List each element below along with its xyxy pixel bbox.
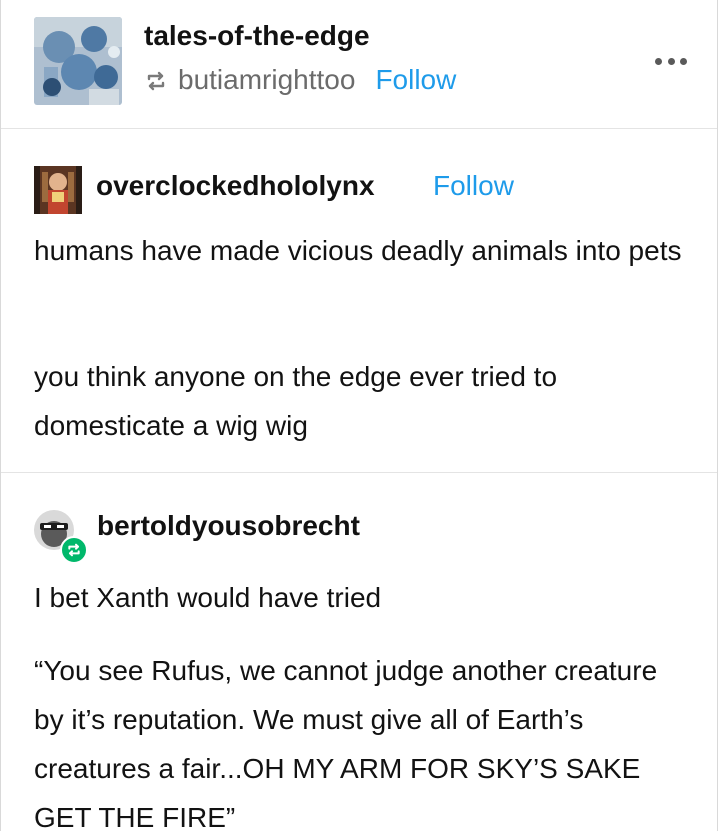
reblog-badge-icon xyxy=(60,536,88,564)
blog-avatar[interactable] xyxy=(34,17,122,105)
post-paragraph: “You see Rufus, we cannot judge another … xyxy=(34,655,658,831)
trail-item: overclockedhololynx Follow humans have m… xyxy=(1,129,717,473)
trail-item: bertoldyousobrecht I bet Xanth would hav… xyxy=(1,473,717,831)
post-paragraph: I bet Xanth would have tried xyxy=(34,582,382,613)
reblog-icon xyxy=(144,68,168,92)
ellipsis-icon[interactable] xyxy=(655,56,687,66)
user-avatar[interactable] xyxy=(34,510,92,568)
post-paragraph: humans have made vicious deadly animals … xyxy=(34,235,682,266)
follow-button[interactable]: Follow xyxy=(433,170,514,202)
blog-name[interactable]: tales-of-the-edge xyxy=(144,20,370,52)
username[interactable]: overclockedhololynx xyxy=(96,170,375,202)
post-paragraph: you think anyone on the edge ever tried … xyxy=(34,361,558,441)
follow-button[interactable]: Follow xyxy=(375,64,456,96)
username[interactable]: bertoldyousobrecht xyxy=(97,510,360,542)
user-avatar[interactable] xyxy=(34,166,82,214)
post-header: tales-of-the-edge butiamrighttoo Follow xyxy=(1,0,717,129)
post-card: tales-of-the-edge butiamrighttoo Follow xyxy=(0,0,718,831)
ellipsis-dot xyxy=(680,57,687,65)
ellipsis-dot xyxy=(667,57,675,65)
ellipsis-dot xyxy=(655,57,662,65)
reblog-line: butiamrighttoo Follow xyxy=(144,62,456,98)
reblogged-from-link[interactable]: butiamrighttoo xyxy=(178,64,355,96)
